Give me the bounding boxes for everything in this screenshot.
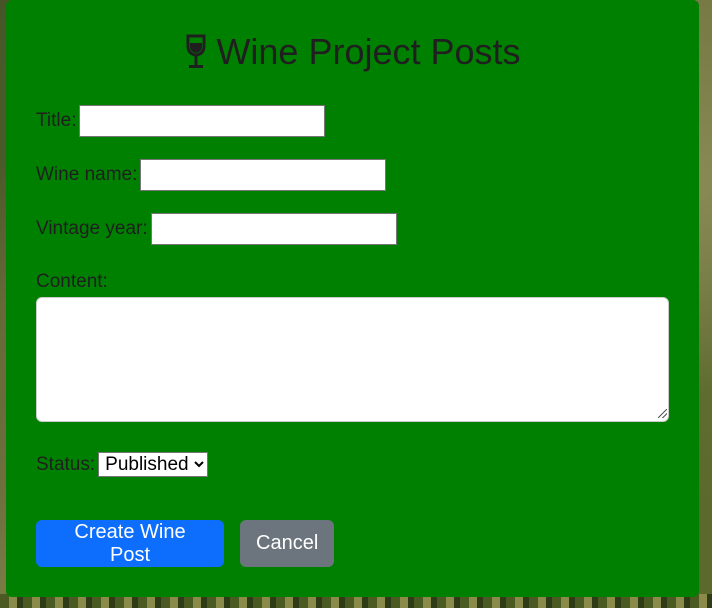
wine-glass-icon bbox=[184, 34, 208, 70]
vintage-year-label: Vintage year: bbox=[36, 218, 148, 239]
form-header: Wine Project Posts bbox=[36, 0, 669, 73]
vintage-year-field: Vintage year: bbox=[36, 213, 397, 245]
wine-name-input[interactable] bbox=[140, 159, 387, 191]
resize-handle-icon[interactable] bbox=[658, 409, 667, 418]
create-wine-post-button[interactable]: Create Wine Post bbox=[36, 520, 224, 567]
status-select[interactable]: Published bbox=[98, 452, 209, 477]
title-label: Title: bbox=[36, 110, 77, 131]
page-title: Wine Project Posts bbox=[216, 31, 521, 72]
vintage-year-input[interactable] bbox=[150, 213, 397, 245]
status-field: Status: Published bbox=[36, 452, 209, 477]
wine-name-label: Wine name: bbox=[36, 164, 138, 185]
title-input[interactable] bbox=[79, 105, 326, 137]
title-field: Title: bbox=[36, 105, 326, 137]
cancel-button[interactable]: Cancel bbox=[240, 520, 334, 567]
wine-name-field: Wine name: bbox=[36, 159, 387, 191]
status-label: Status: bbox=[36, 453, 96, 475]
content-textarea[interactable] bbox=[36, 297, 669, 422]
content-label: Content: bbox=[36, 271, 108, 292]
